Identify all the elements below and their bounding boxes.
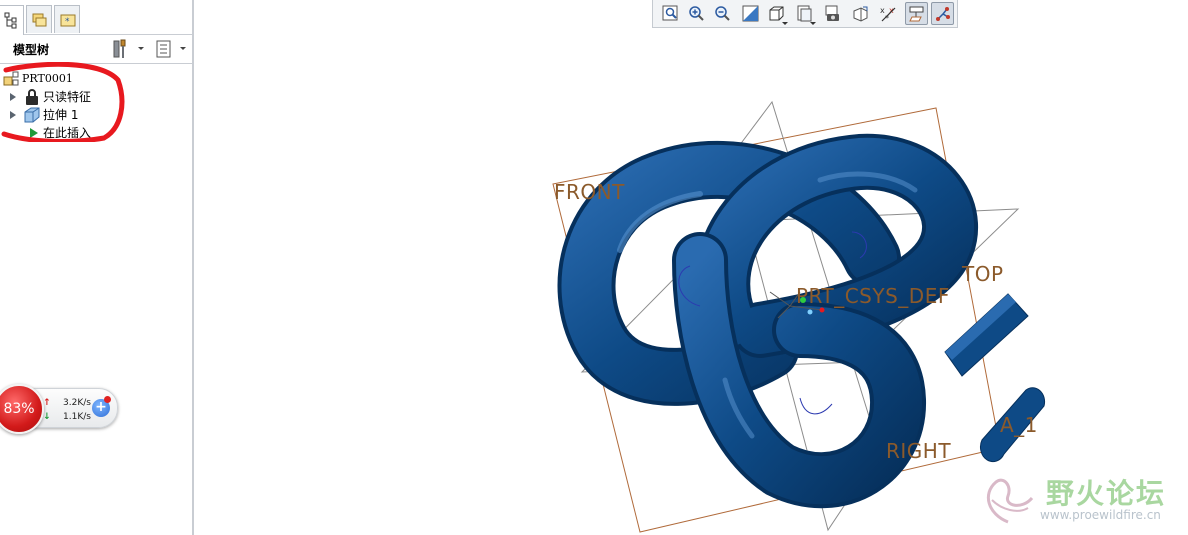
datum-label-right[interactable]: RIGHT bbox=[886, 439, 951, 463]
graphics-viewport[interactable] bbox=[0, 0, 1188, 535]
watermark-logo-icon bbox=[986, 478, 1034, 524]
datum-label-axis[interactable]: A_1 bbox=[1000, 413, 1038, 437]
datum-label-csys[interactable]: PRT_CSYS_DEF bbox=[796, 284, 950, 308]
datum-label-front[interactable]: FRONT bbox=[554, 180, 625, 204]
datum-label-top[interactable]: TOP bbox=[962, 262, 1004, 286]
watermark-text: 野火论坛 bbox=[1046, 477, 1167, 510]
watermark-url: www.proewildfire.cn bbox=[1040, 508, 1161, 522]
trefoil-knot-solid[interactable] bbox=[557, 133, 978, 509]
